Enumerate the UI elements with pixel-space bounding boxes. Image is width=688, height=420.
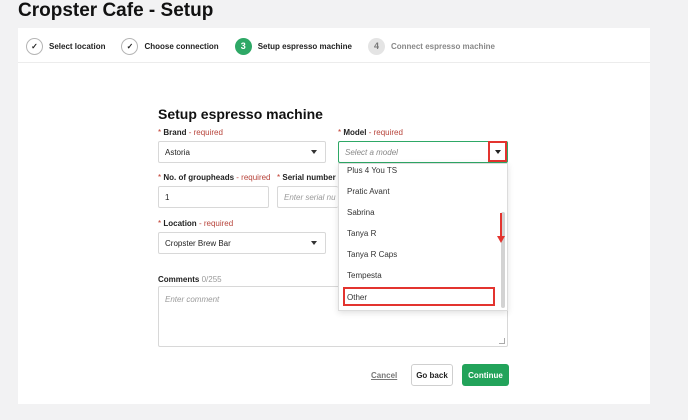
location-select[interactable]: Cropster Brew Bar bbox=[158, 232, 326, 254]
step-number: 3 bbox=[234, 37, 252, 55]
model-label: * Model - required bbox=[338, 128, 403, 137]
groupheads-label: * No. of groupheads - required bbox=[158, 173, 271, 182]
step-label: Setup espresso machine bbox=[257, 41, 352, 51]
comments-count: 0/255 bbox=[201, 275, 222, 284]
form-title: Setup espresso machine bbox=[158, 106, 323, 122]
location-label-text: Location bbox=[163, 219, 197, 228]
setup-card: ✓ Select location ✓ Choose connection 3 … bbox=[18, 28, 650, 404]
required-hint: - required bbox=[368, 128, 403, 137]
required-hint: - required bbox=[188, 128, 223, 137]
comments-placeholder: Enter comment bbox=[165, 295, 220, 304]
required-hint: - required bbox=[236, 173, 271, 182]
stepper: ✓ Select location ✓ Choose connection 3 … bbox=[26, 36, 511, 56]
dropdown-option[interactable]: Sabrina bbox=[347, 208, 375, 217]
chevron-down-icon bbox=[311, 241, 317, 245]
continue-button[interactable]: Continue bbox=[462, 364, 509, 386]
location-value: Cropster Brew Bar bbox=[165, 238, 231, 248]
model-dropdown-list[interactable]: Plus 4 You TS Pratic Avant Sabrina Tanya… bbox=[338, 163, 508, 311]
model-select[interactable]: Select a model bbox=[338, 141, 508, 163]
step-setup-espresso[interactable]: 3 Setup espresso machine bbox=[234, 37, 352, 55]
dropdown-option[interactable]: Tanya R Caps bbox=[347, 250, 397, 259]
step-label: Select location bbox=[49, 41, 106, 51]
highlight-box bbox=[343, 287, 495, 306]
groupheads-label-text: No. of groupheads bbox=[163, 173, 235, 182]
page-title: Cropster Cafe - Setup bbox=[18, 0, 214, 21]
brand-value: Astoria bbox=[165, 147, 190, 157]
required-star: * bbox=[338, 128, 342, 137]
cancel-link[interactable]: Cancel bbox=[371, 371, 397, 380]
step-connect-espresso: 4 Connect espresso machine bbox=[367, 37, 496, 55]
brand-select[interactable]: Astoria bbox=[158, 141, 326, 163]
dropdown-option[interactable]: Pratic Avant bbox=[347, 187, 390, 196]
groupheads-input[interactable]: 1 bbox=[158, 186, 269, 208]
stepper-divider bbox=[18, 62, 650, 63]
required-star: * bbox=[158, 219, 162, 228]
serial-label: * Serial number bbox=[277, 173, 336, 182]
required-hint: - required bbox=[198, 219, 234, 228]
brand-label-text: Brand bbox=[163, 128, 187, 137]
brand-label: * Brand - required bbox=[158, 128, 223, 137]
step-number: 4 bbox=[367, 37, 385, 55]
location-label: * Location - required bbox=[158, 219, 233, 228]
serial-input[interactable]: Enter serial nu bbox=[277, 186, 338, 208]
arrow-head-icon bbox=[497, 236, 505, 243]
dropdown-option[interactable]: Plus 4 You TS bbox=[347, 166, 397, 175]
check-icon: ✓ bbox=[121, 37, 139, 55]
required-star: * bbox=[158, 128, 162, 137]
dropdown-option[interactable]: Tanya R bbox=[347, 229, 376, 238]
comments-label: Comments 0/255 bbox=[158, 275, 222, 284]
comments-label-text: Comments bbox=[158, 275, 200, 284]
required-star: * bbox=[277, 173, 281, 182]
step-choose-connection[interactable]: ✓ Choose connection bbox=[121, 37, 219, 55]
model-dropdown-toggle[interactable] bbox=[488, 141, 507, 162]
chevron-down-icon bbox=[494, 149, 501, 154]
step-select-location[interactable]: ✓ Select location bbox=[26, 37, 106, 55]
go-back-button[interactable]: Go back bbox=[411, 364, 453, 386]
serial-label-text: Serial number bbox=[282, 173, 336, 182]
dropdown-option[interactable]: Tempesta bbox=[347, 271, 382, 280]
step-label: Connect espresso machine bbox=[390, 41, 496, 51]
resize-handle-icon[interactable] bbox=[499, 338, 505, 344]
check-icon: ✓ bbox=[26, 37, 43, 55]
model-label-text: Model bbox=[343, 128, 367, 137]
required-star: * bbox=[158, 173, 162, 182]
step-label: Choose connection bbox=[144, 41, 219, 51]
chevron-down-icon bbox=[311, 150, 317, 154]
